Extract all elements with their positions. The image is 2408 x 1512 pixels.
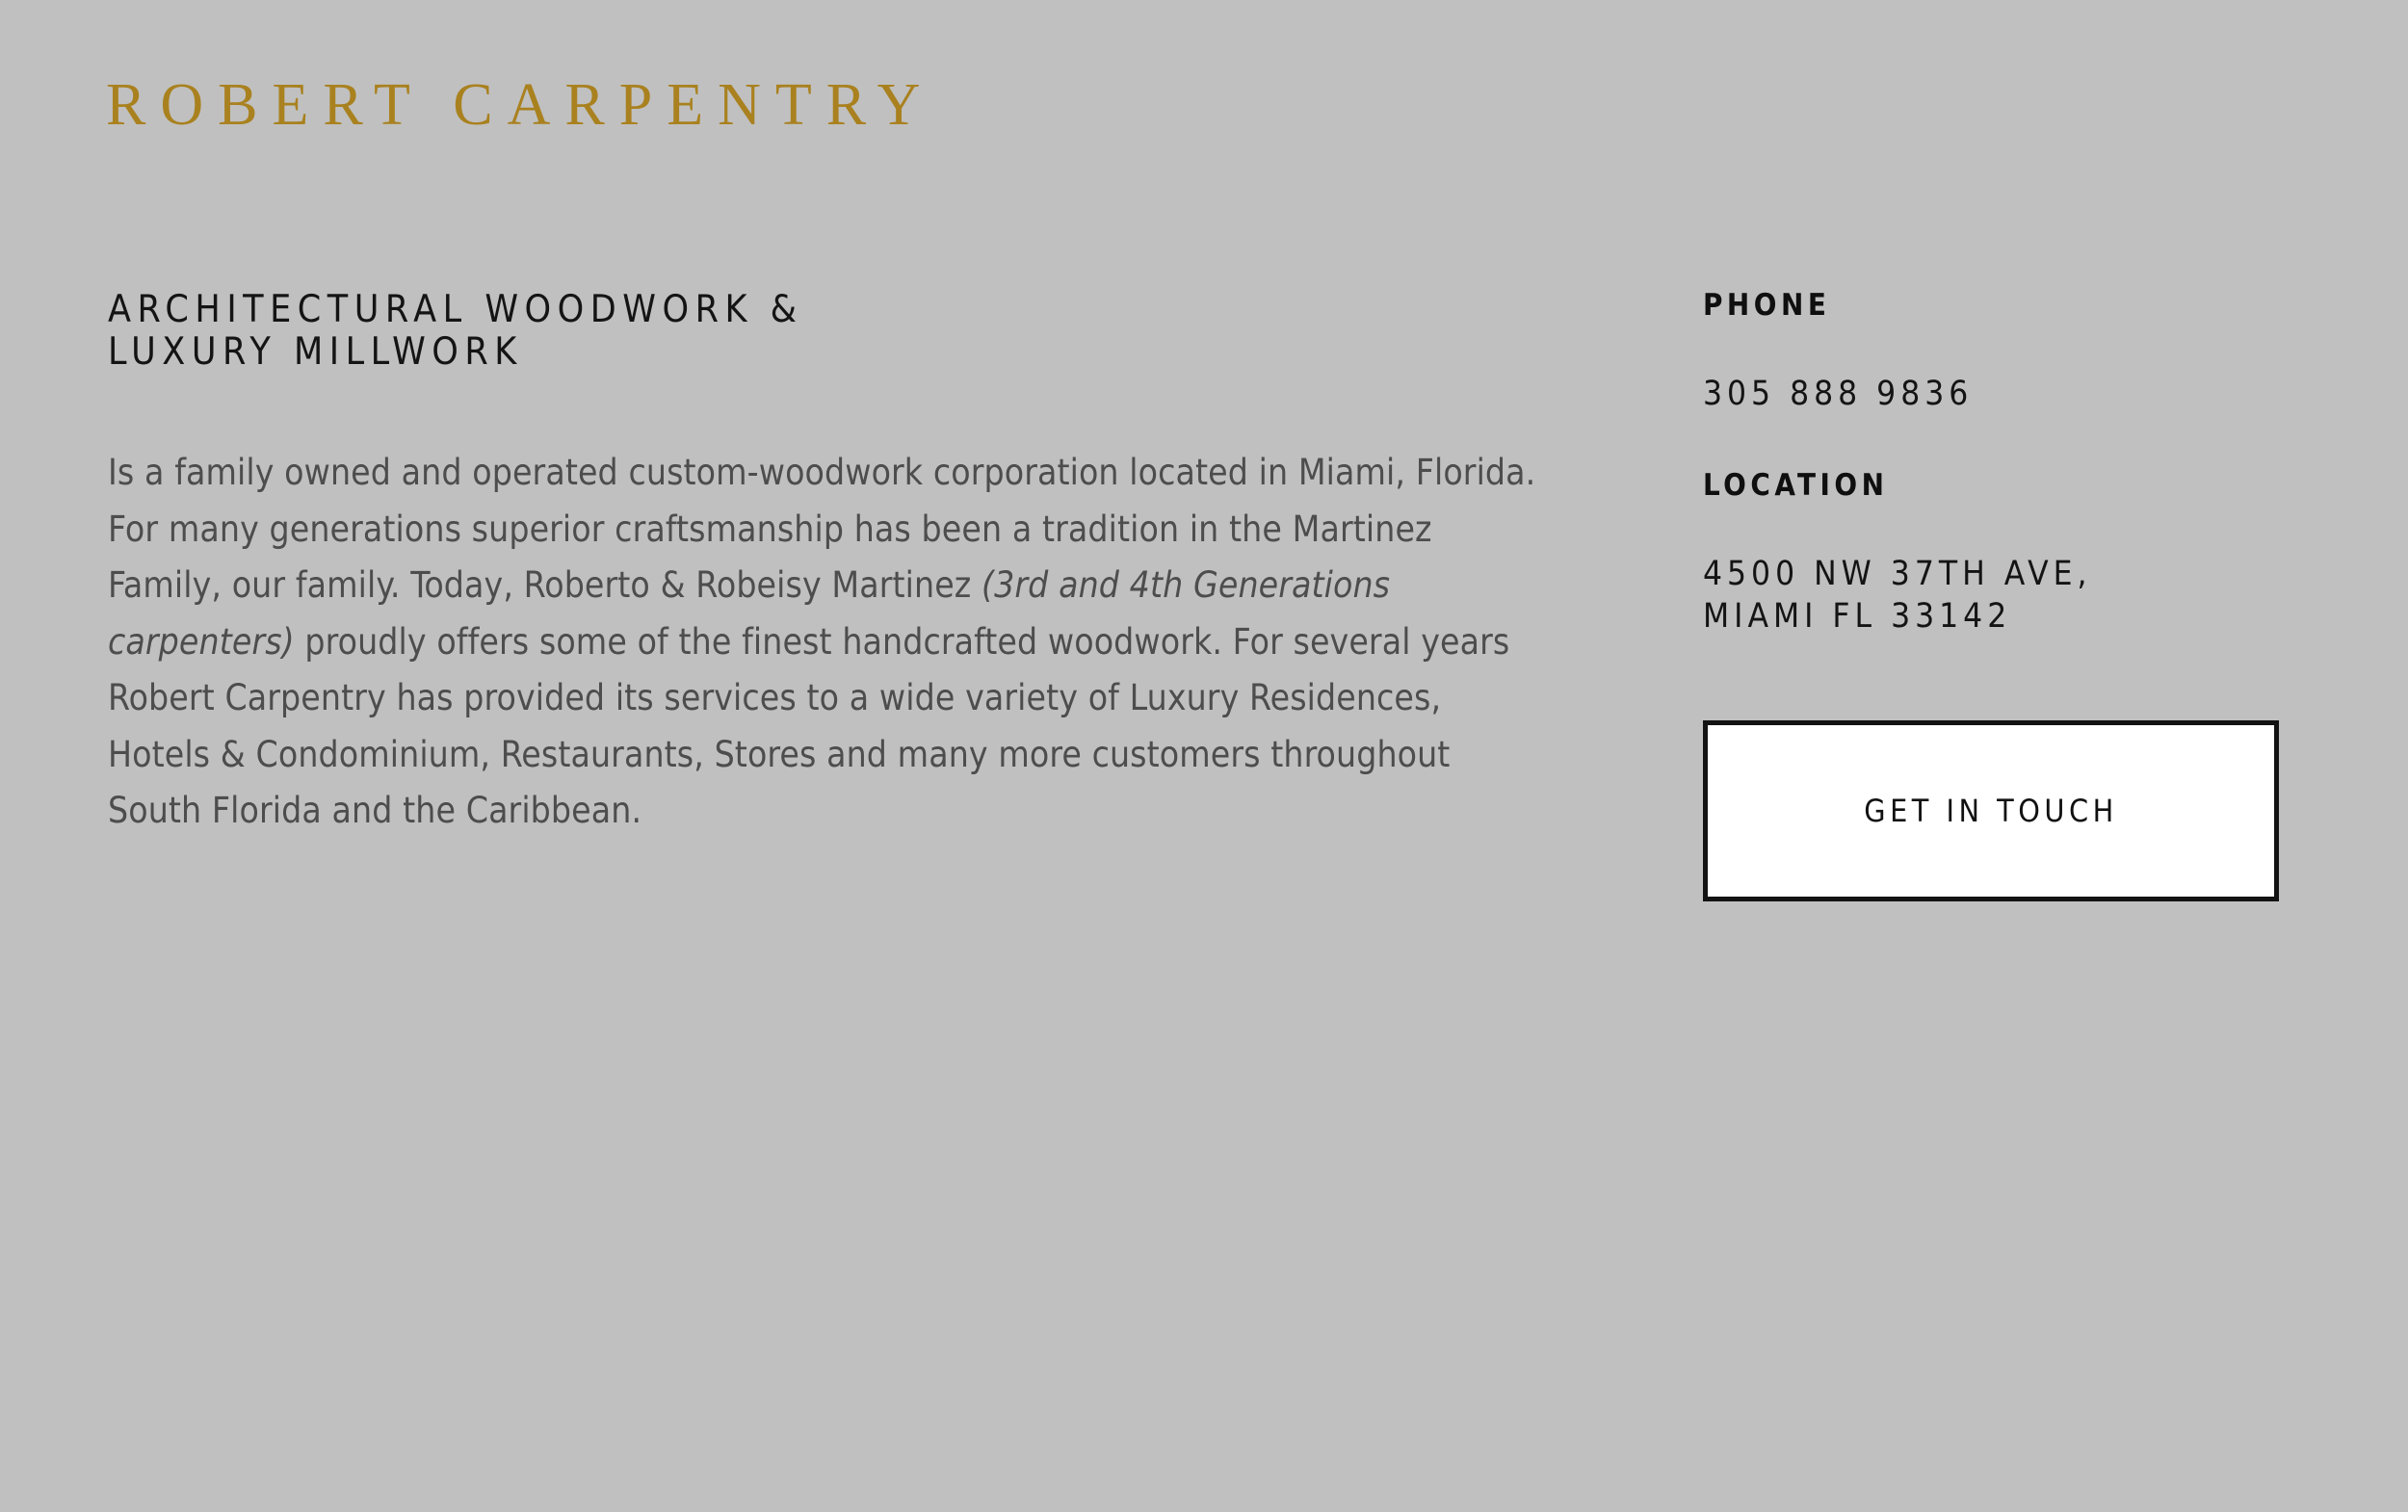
location-label: LOCATION (1703, 467, 1889, 503)
about-paragraph: Is a family owned and operated custom-wo… (108, 445, 1543, 839)
location-address[interactable]: 4500 NW 37TH AVE, MIAMI FL 33142 (1703, 554, 2319, 639)
contact-column: PHONE 305 888 9836 LOCATION 4500 NW 37TH… (1703, 288, 2319, 902)
about-paragraph-part-2: proudly offers some of the finest handcr… (108, 620, 1510, 832)
phone-label: PHONE (1703, 288, 1831, 323)
get-in-touch-button[interactable]: GET IN TOUCH (1703, 720, 2279, 902)
phone-number[interactable]: 305 888 9836 (1703, 374, 2319, 416)
page-title: ARCHITECTURAL WOODWORK & LUXURY MILLWORK (108, 288, 803, 374)
site-logo[interactable]: ROBERT CARPENTRY (106, 75, 934, 135)
page-root: ROBERT CARPENTRY ARCHITECTURAL WOODWORK … (0, 0, 2408, 1512)
get-in-touch-label: GET IN TOUCH (1864, 793, 2118, 830)
left-content-column: ARCHITECTURAL WOODWORK & LUXURY MILLWORK… (108, 289, 1582, 840)
